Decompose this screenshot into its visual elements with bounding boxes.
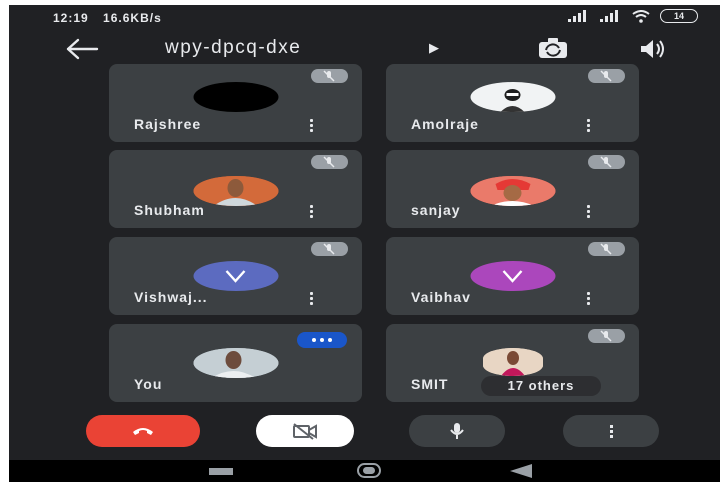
battery-icon: 14 [660,9,698,23]
more-vert-icon[interactable] [308,118,314,132]
participant-tile[interactable]: Vishwaj... [109,237,362,315]
signal-icon [568,10,586,22]
avatar [470,82,555,112]
participant-tile[interactable]: Vaibhav [386,237,639,315]
more-vert-icon[interactable] [585,118,591,132]
avatar [193,82,278,112]
participant-name: Amolraje [411,116,479,132]
participant-name: Vishwaj... [134,289,208,305]
participant-name: Vaibhav [411,289,471,305]
meeting-code[interactable]: wpy-dpcq-dxe [165,37,301,59]
more-vert-icon[interactable] [585,204,591,218]
more-vert-icon[interactable] [308,291,314,305]
mic-off-icon [311,69,348,83]
wifi-icon [632,9,650,23]
speaking-indicator-icon [297,332,347,348]
camera-off-icon [293,423,317,440]
others-count-badge[interactable]: 17 others [481,376,601,396]
participant-name: Rajshree [134,116,202,132]
meet-screen: 12:19 16.6KB/s 14 wpy-dpcq-dxe ▶ Rajshre… [9,5,720,482]
participant-tile-self[interactable]: You [109,324,362,402]
status-net-speed: 16.6KB/s [103,11,162,25]
participant-tile[interactable]: Rajshree [109,64,362,142]
mic-off-icon [311,242,348,256]
mic-off-icon [588,69,625,83]
caret-right-icon[interactable]: ▶ [429,40,439,56]
mic-off-icon [588,329,625,343]
participant-tile[interactable]: Shubham [109,150,362,228]
avatar [193,348,278,378]
participant-tile[interactable]: SMIT 17 others [386,324,639,402]
more-options-button[interactable] [563,415,659,447]
participant-tile[interactable]: Amolraje [386,64,639,142]
phone-hangup-icon [133,428,153,435]
avatar [470,261,555,291]
mic-off-icon [588,242,625,256]
participant-name: sanjay [411,202,461,218]
system-nav-bar [9,460,720,482]
switch-camera-icon[interactable] [536,35,570,61]
avatar [193,176,278,206]
mic-off-icon [311,155,348,169]
mic-toggle-button[interactable] [409,415,505,447]
status-time: 12:19 [53,11,89,25]
microphone-icon [450,423,464,439]
back-arrow-icon[interactable] [65,37,99,61]
mic-off-icon [588,155,625,169]
participant-tile[interactable]: sanjay [386,150,639,228]
more-vert-icon [609,424,613,438]
status-bar: 12:19 16.6KB/s 14 [9,5,720,27]
more-vert-icon[interactable] [308,204,314,218]
participant-name: SMIT [411,376,449,392]
avatar [482,348,543,376]
home-icon[interactable] [357,463,381,478]
avatar [470,176,555,206]
end-call-button[interactable] [86,415,200,447]
recents-icon[interactable] [209,468,233,475]
camera-toggle-button[interactable] [256,415,354,447]
more-vert-icon[interactable] [585,291,591,305]
back-icon[interactable] [510,464,532,478]
avatar [193,261,278,291]
participant-name: Shubham [134,202,205,218]
participant-name: You [134,376,163,392]
speaker-icon[interactable] [638,37,668,61]
signal-icon [600,10,618,22]
